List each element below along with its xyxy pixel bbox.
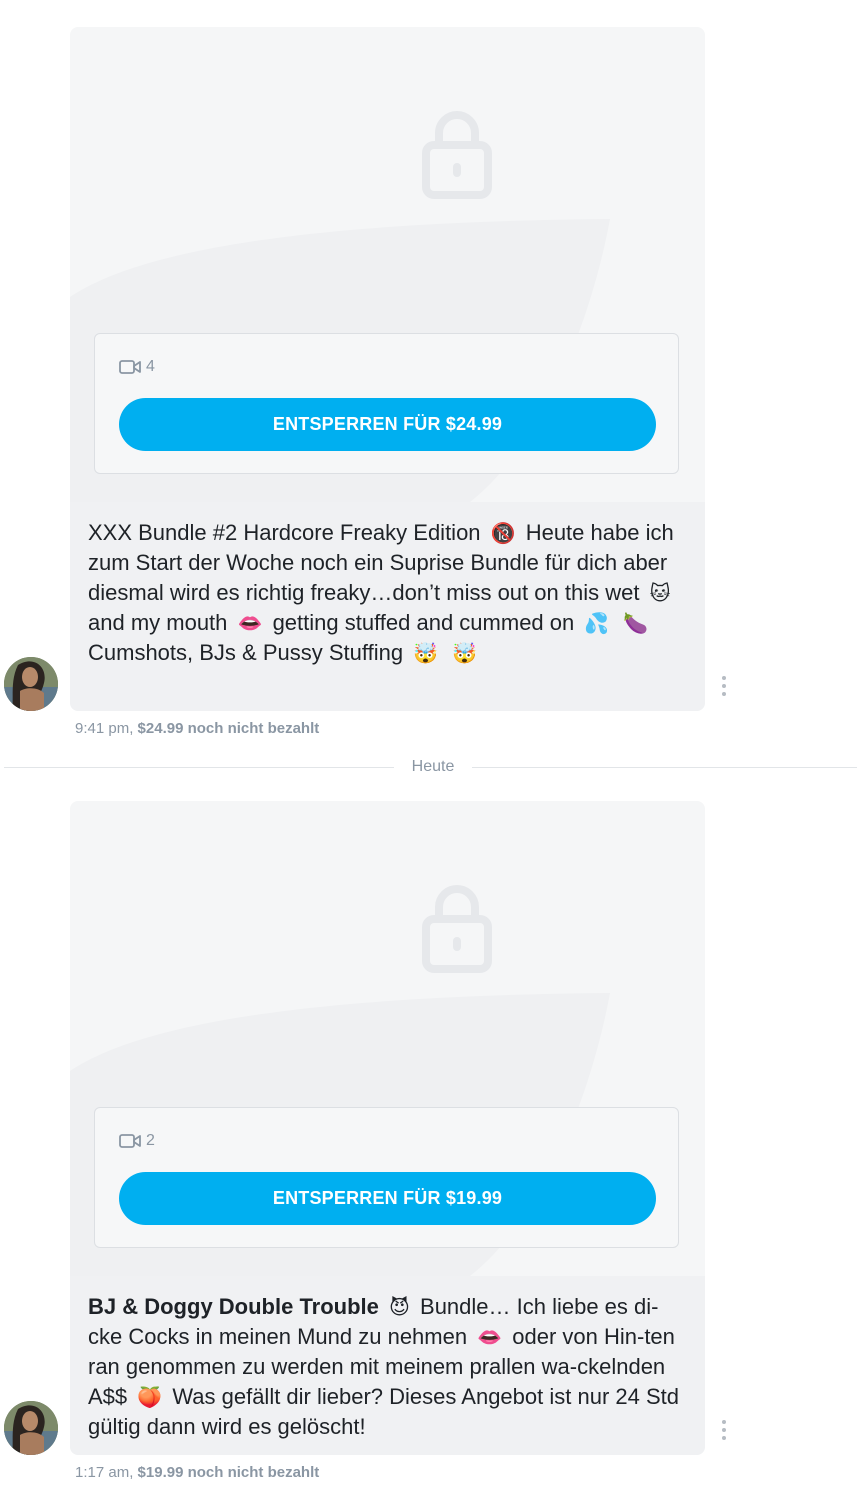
- text-segment: and my mouth: [88, 610, 228, 635]
- message-text-1: XXX Bundle #2 Hardcore Freaky Edition 🔞 …: [70, 502, 705, 711]
- message-meta-1: 9:41 pm, $24.99 noch nicht bezahlt: [75, 720, 319, 737]
- message-text-2: BJ & Doggy Double Trouble 😈 Bundle… Ich …: [70, 1276, 705, 1455]
- lock-icon: [422, 885, 492, 973]
- message-time: 1:17 am,: [75, 1464, 134, 1481]
- locked-media-2[interactable]: 2 ENTSPERREN FÜR $19.99: [70, 801, 705, 1276]
- video-count-value: 4: [146, 358, 155, 375]
- lips-emoji: 👄: [237, 611, 263, 635]
- unlock-button-1[interactable]: ENTSPERREN FÜR $24.99: [119, 398, 656, 451]
- peach-emoji: 🍑: [137, 1385, 163, 1409]
- more-options-icon[interactable]: [716, 676, 732, 696]
- lock-icon: [422, 111, 492, 199]
- droplets-emoji: 💦: [584, 611, 610, 635]
- unlock-panel-2: 2 ENTSPERREN FÜR $19.99: [94, 1107, 679, 1248]
- payment-status: $19.99 noch nicht bezahlt: [137, 1464, 320, 1481]
- text-segment: XXX Bundle #2 Hardcore Freaky Edition: [88, 520, 481, 545]
- exploding-head-emoji: 🤯: [413, 641, 439, 665]
- text-segment: Was gefällt dir lieber? Dieses Angebot i…: [88, 1384, 679, 1439]
- exploding-head-emoji: 🤯: [452, 641, 478, 665]
- unlock-panel-1: 4 ENTSPERREN FÜR $24.99: [94, 333, 679, 474]
- video-count-2: 2: [119, 1132, 155, 1150]
- avatar[interactable]: [4, 657, 58, 711]
- smiling-devil-emoji: 😈: [389, 1295, 410, 1319]
- text-segment: Cumshots, BJs & Pussy Stuffing: [88, 640, 404, 665]
- locked-media-1[interactable]: 4 ENTSPERREN FÜR $24.99: [70, 27, 705, 502]
- day-divider-label: Heute: [411, 758, 455, 775]
- avatar[interactable]: [4, 1401, 58, 1455]
- video-camera-icon: [119, 360, 141, 374]
- video-count-1: 4: [119, 358, 155, 376]
- more-options-icon[interactable]: [716, 1420, 732, 1440]
- cat-emoji: 🐱: [649, 581, 671, 605]
- day-divider: Heute: [4, 757, 857, 777]
- video-count-value: 2: [146, 1132, 155, 1149]
- video-camera-icon: [119, 1134, 141, 1148]
- payment-status: $24.99 noch nicht bezahlt: [137, 720, 320, 737]
- message-time: 9:41 pm,: [75, 720, 134, 737]
- message-meta-2: 1:17 am, $19.99 noch nicht bezahlt: [75, 1464, 319, 1481]
- lips-emoji: 👄: [477, 1325, 503, 1349]
- no-under-18-emoji: 🔞: [490, 521, 516, 545]
- text-segment: getting stuffed and cummed on: [272, 610, 575, 635]
- text-bold-title: BJ & Doggy Double Trouble: [88, 1294, 379, 1319]
- eggplant-emoji: 🍆: [623, 611, 649, 635]
- unlock-button-2[interactable]: ENTSPERREN FÜR $19.99: [119, 1172, 656, 1225]
